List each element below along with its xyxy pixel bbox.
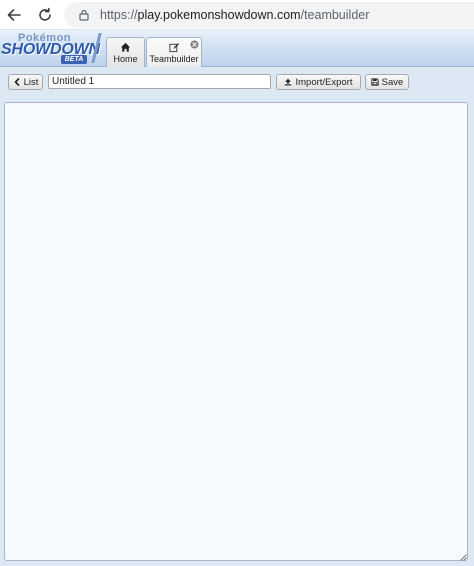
chevron-left-icon	[14, 78, 19, 86]
list-button[interactable]: List	[8, 74, 43, 90]
url-text: https://play.pokemonshowdown.com/teambui…	[100, 8, 369, 22]
tab-teambuilder-label: Teambuilder	[149, 53, 199, 64]
import-export-label: Import/Export	[295, 76, 353, 88]
teambuilder-panel: List Import/Export Save	[0, 67, 474, 566]
resize-grip-icon[interactable]	[459, 553, 467, 561]
floppy-icon	[371, 78, 379, 86]
list-button-label: List	[23, 76, 39, 88]
address-bar[interactable]: https://play.pokemonshowdown.com/teambui…	[64, 2, 474, 28]
team-import-textarea[interactable]	[4, 102, 468, 561]
browser-toolbar: https://play.pokemonshowdown.com/teambui…	[0, 0, 474, 30]
url-scheme: https://	[100, 8, 138, 22]
teambuilder-toolbar: List Import/Export Save	[0, 67, 474, 97]
save-button[interactable]: Save	[365, 74, 409, 90]
tab-home-label: Home	[113, 53, 138, 64]
back-button[interactable]	[2, 3, 26, 27]
pokemon-showdown-logo[interactable]: Pokémon SHOWDOWN BETA	[1, 31, 102, 65]
save-button-label: Save	[381, 76, 404, 88]
reload-icon	[39, 7, 51, 21]
tab-teambuilder[interactable]: Teambuilder	[146, 37, 202, 67]
arrow-left-icon	[7, 9, 21, 21]
import-export-button[interactable]: Import/Export	[276, 74, 361, 90]
edit-icon	[168, 42, 179, 52]
reload-button[interactable]	[33, 3, 57, 27]
home-icon	[120, 42, 131, 52]
close-circle-icon[interactable]	[190, 40, 199, 49]
tab-home[interactable]: Home	[106, 37, 145, 67]
url-host: play.pokemonshowdown.com	[137, 8, 301, 22]
lock-icon[interactable]	[78, 9, 90, 21]
url-path: /teambuilder	[300, 8, 370, 22]
upload-icon	[285, 78, 292, 86]
logo-beta-badge: BETA	[61, 55, 87, 64]
app-header: Pokémon SHOWDOWN BETA Home Teambuilder	[0, 30, 474, 67]
team-name-input[interactable]	[48, 74, 271, 89]
